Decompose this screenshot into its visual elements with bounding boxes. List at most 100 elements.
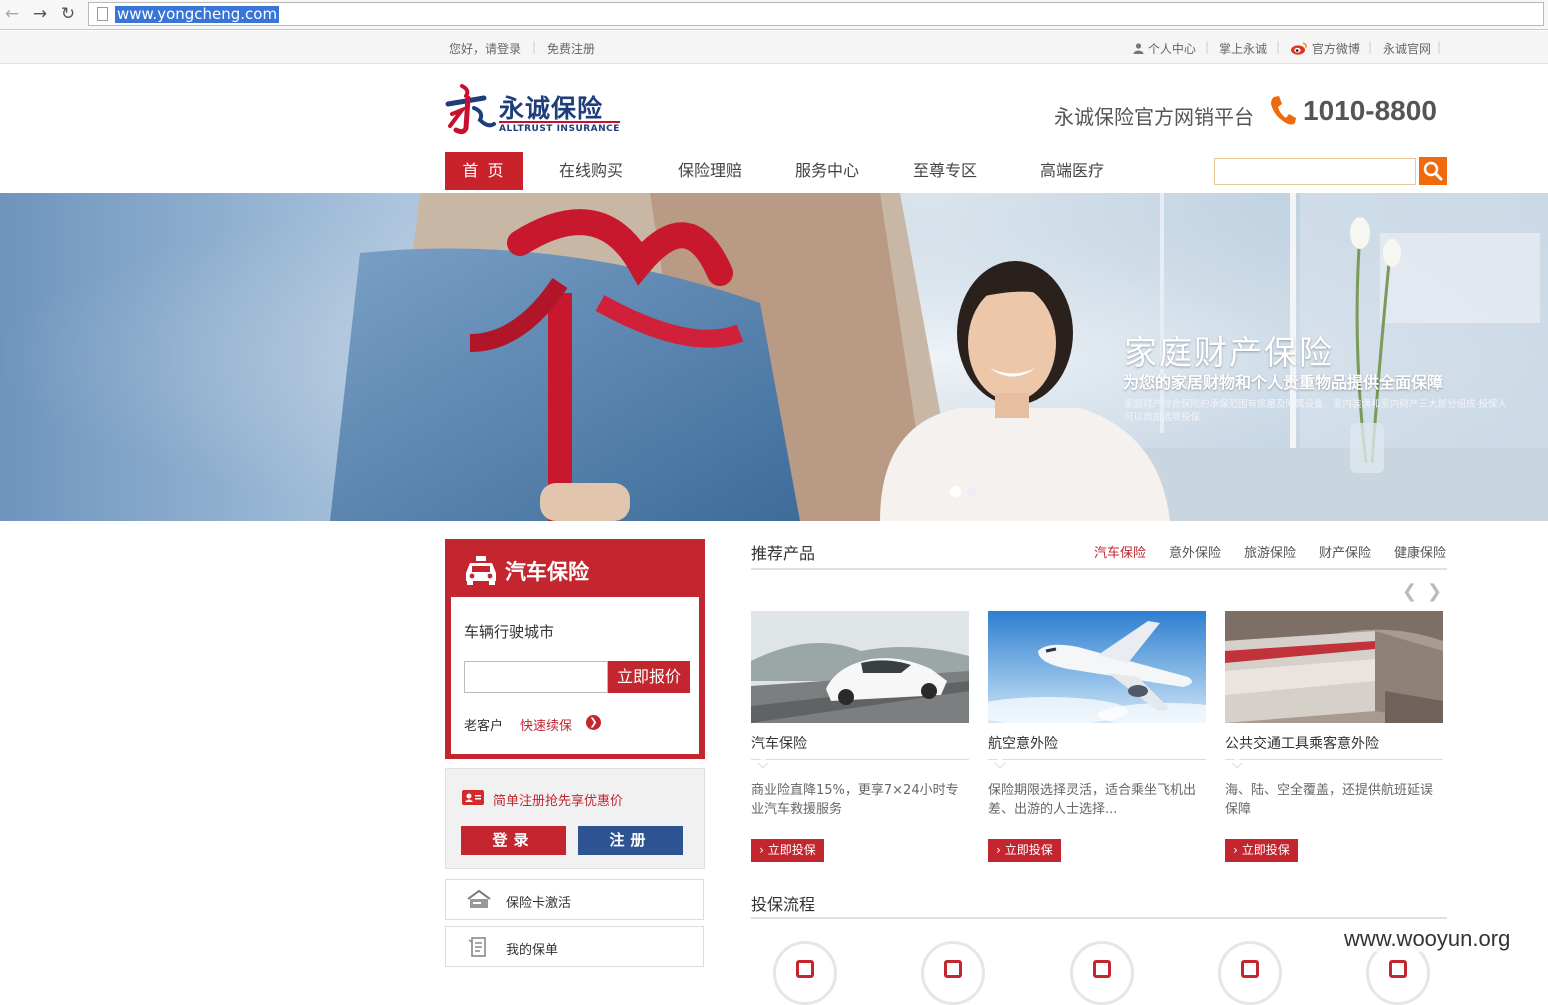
watermark: www.wooyun.org: [1340, 926, 1515, 952]
divider: [988, 759, 1206, 760]
product-desc: 商业险直降15%，更享7×24小时专业汽车救援服务: [751, 783, 959, 817]
buy-now-label: 立即投保: [767, 843, 816, 857]
car-quote-form: 车辆行驶城市 立即报价 老客户 快速续保 ❯: [451, 597, 699, 754]
id-card-icon: [462, 790, 484, 805]
buy-now-label: 立即投保: [1241, 843, 1290, 857]
user-icon: [1133, 43, 1144, 54]
car-insurance-panel: 汽车保险 车辆行驶城市 立即报价 老客户 快速续保 ❯: [445, 539, 705, 759]
login-button[interactable]: 登录: [461, 826, 566, 855]
url-text[interactable]: www.yongcheng.com: [115, 6, 280, 23]
chevron-left-icon[interactable]: ❮: [1402, 583, 1417, 601]
divider: |: [1276, 40, 1281, 54]
banner-title: 家庭财产保险: [1124, 333, 1334, 372]
search-icon: [1423, 161, 1443, 181]
product-name[interactable]: 汽车保险: [751, 733, 807, 753]
phone-icon: [1271, 96, 1296, 125]
chevron-right-icon[interactable]: ❯: [586, 715, 601, 730]
login-greeting-link[interactable]: 您好，请登录: [449, 40, 521, 57]
divider: [751, 568, 1447, 570]
search-button[interactable]: [1419, 157, 1447, 185]
process-step-3-icon: [1070, 941, 1134, 1005]
browser-toolbar: ← → ↻ www.yongcheng.com: [0, 0, 1548, 30]
recommended-title: 推荐产品: [751, 544, 816, 563]
chevron-right-icon[interactable]: ❯: [1427, 583, 1442, 601]
official-site-link[interactable]: 永诚官网: [1383, 40, 1431, 57]
hero-banner[interactable]: 家庭财产保险 为您的家居财物和个人贵重物品提供全面保障 家庭财产综合保险的承保范…: [0, 193, 1548, 521]
car-panel-title: 汽车保险: [505, 560, 589, 584]
product-name[interactable]: 公共交通工具乘客意外险: [1225, 733, 1379, 753]
nav-item-claims[interactable]: 保险理赔: [664, 152, 756, 190]
product-card-transit: 公共交通工具乘客意外险 海、陆、空全覆盖，还提供航班延误保障 › 立即投保: [1225, 611, 1443, 866]
car-photo[interactable]: [751, 611, 969, 723]
nav-item-online-buy[interactable]: 在线购买: [545, 152, 637, 190]
my-policy-label: 我的保单: [506, 943, 559, 958]
buy-now-button[interactable]: › 立即投保: [1225, 839, 1298, 862]
tab-property[interactable]: 财产保险: [1319, 542, 1371, 561]
reload-icon[interactable]: ↻: [58, 4, 78, 24]
product-name[interactable]: 航空意外险: [988, 733, 1058, 753]
register-promo-text[interactable]: 简单注册抢先享优惠价: [493, 790, 623, 809]
search-input[interactable]: [1214, 158, 1416, 185]
process-title: 投保流程: [751, 895, 816, 914]
divider: |: [1437, 40, 1442, 54]
slide-dot-2[interactable]: [968, 487, 977, 496]
free-register-link[interactable]: 免费注册: [547, 40, 595, 57]
buy-now-button[interactable]: › 立即投保: [988, 839, 1061, 862]
back-icon[interactable]: ←: [2, 4, 22, 24]
divider: [1225, 759, 1443, 760]
card-activate-label: 保险卡激活: [506, 896, 572, 911]
buy-now-button[interactable]: › 立即投保: [751, 839, 824, 862]
card-activate-icon: [467, 889, 491, 908]
policy-icon: [468, 937, 486, 957]
train-photo[interactable]: [1225, 611, 1443, 723]
buy-now-label: 立即投保: [1004, 843, 1053, 857]
banner-subtitle: 为您的家居财物和个人贵重物品提供全面保障: [1123, 373, 1444, 392]
city-input[interactable]: [464, 661, 608, 693]
product-card-flight: 航空意外险 保险期限选择灵活，适合乘坐飞机出差、出游的人士选择... › 立即投…: [988, 611, 1206, 866]
tab-accident[interactable]: 意外保险: [1169, 542, 1221, 561]
register-button[interactable]: 注册: [578, 826, 683, 855]
tab-auto[interactable]: 汽车保险: [1094, 542, 1146, 561]
slide-dot-1[interactable]: [950, 486, 961, 497]
divider: [751, 917, 1447, 919]
logo-english-text: ALLTRUST INSURANCE: [499, 121, 620, 134]
forward-icon[interactable]: →: [30, 4, 50, 24]
tab-travel[interactable]: 旅游保险: [1244, 542, 1296, 561]
tab-health[interactable]: 健康保险: [1394, 542, 1446, 561]
mobile-link[interactable]: 掌上永诚: [1219, 40, 1267, 57]
quick-renew-link[interactable]: 快速续保: [520, 715, 572, 734]
weibo-link[interactable]: 官方微博: [1290, 40, 1360, 57]
logo-mark-icon[interactable]: [444, 84, 496, 136]
old-customer-label: 老客户: [464, 719, 504, 734]
logo-text[interactable]: 永诚保险: [499, 89, 603, 125]
nav-item-home[interactable]: 首 页: [445, 152, 523, 190]
platform-slogan: 永诚保险官方网销平台: [1054, 105, 1254, 129]
banner-description: 家庭财产综合保险的承保范围有房屋及附属设备、室内装潢和室内财产三大部分组成 投保…: [1124, 399, 1508, 423]
product-card-auto: 汽车保险 商业险直降15%，更享7×24小时专业汽车救援服务 › 立即投保: [751, 611, 969, 866]
personal-center-link[interactable]: 个人中心: [1133, 40, 1196, 57]
hotline-number: 1010-8800: [1303, 95, 1437, 126]
nav-item-vip[interactable]: 至尊专区: [899, 152, 991, 190]
product-desc: 海、陆、空全覆盖，还提供航班延误保障: [1225, 783, 1434, 817]
divider: |: [1368, 40, 1373, 54]
weibo-icon: [1291, 42, 1307, 55]
car-icon: [466, 556, 496, 585]
my-policy-link[interactable]: 我的保单: [445, 926, 704, 967]
city-label: 车辆行驶城市: [464, 623, 555, 641]
divider: |: [532, 40, 537, 54]
page-icon: [97, 7, 108, 21]
register-promo-panel: 简单注册抢先享优惠价 登录 注册: [445, 768, 705, 869]
airplane-photo[interactable]: [988, 611, 1206, 723]
nav-item-service[interactable]: 服务中心: [781, 152, 873, 190]
process-step-4-icon: [1218, 941, 1282, 1005]
nav-item-medical[interactable]: 高端医疗: [1026, 152, 1118, 190]
address-bar[interactable]: www.yongcheng.com: [88, 2, 1544, 26]
divider: [751, 759, 969, 760]
utility-bar: 您好，请登录 | 免费注册 个人中心 | 掌上永诚 | 官方微博 | 永诚官网 …: [0, 31, 1548, 64]
process-step-2-icon: [921, 941, 985, 1005]
divider: |: [1205, 40, 1210, 54]
product-desc: 保险期限选择灵活，适合乘坐飞机出差、出游的人士选择...: [988, 783, 1197, 817]
card-activate-link[interactable]: 保险卡激活: [445, 879, 704, 920]
process-step-1-icon: [773, 941, 837, 1005]
quote-button[interactable]: 立即报价: [608, 661, 690, 693]
